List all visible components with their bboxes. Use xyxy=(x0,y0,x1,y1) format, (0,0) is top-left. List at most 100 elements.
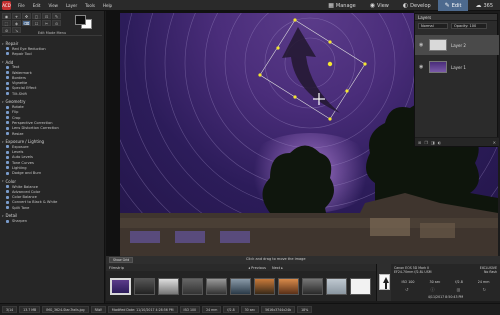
lens-model: EF24-70mm f/2.8L USM xyxy=(394,270,432,274)
film-thumbnail[interactable] xyxy=(350,277,371,295)
tool-icon xyxy=(6,76,9,80)
tool-label: Flip xyxy=(12,110,19,115)
film-thumbnail[interactable] xyxy=(182,277,203,295)
tool-label: Exposure xyxy=(12,144,29,149)
foreground-color[interactable] xyxy=(75,15,86,25)
show-grid-button[interactable]: Show Grid xyxy=(109,257,134,263)
tool-button[interactable]: ◉ xyxy=(2,13,11,19)
new-layer-icon[interactable]: ⊞ xyxy=(418,140,421,145)
tool-icon xyxy=(6,145,9,149)
capture-date: 4/11/2017 8:50:43 PM xyxy=(427,295,464,299)
opacity-field[interactable]: Opacity: 100 xyxy=(451,23,487,29)
visibility-eye-icon[interactable]: ◉ xyxy=(419,42,425,48)
film-thumbnail[interactable] xyxy=(254,277,275,295)
film-thumbnail[interactable] xyxy=(278,277,299,295)
layer-2[interactable]: ◉ Layer 2 xyxy=(415,35,499,55)
tool-button[interactable]: ⊙ xyxy=(52,20,61,26)
film-thumbnail[interactable] xyxy=(302,277,323,295)
edit-tool-item[interactable]: Sharpen xyxy=(2,218,102,223)
cloud-icon: ☁ xyxy=(475,2,482,9)
film-thumbnail[interactable] xyxy=(326,277,347,295)
mode-manage[interactable]: ▦ Manage xyxy=(321,0,363,11)
tool-button[interactable]: ✎ xyxy=(52,13,61,19)
info-icon[interactable]: ⓘ xyxy=(431,287,435,293)
file-name: IMG_3624-Star-Trails.jpg xyxy=(42,306,89,313)
visibility-eye-icon[interactable]: ◉ xyxy=(419,64,425,70)
tool-label: Levels xyxy=(12,150,24,155)
menu-file[interactable]: File xyxy=(14,3,29,8)
tool-icon xyxy=(6,71,9,75)
mode-manage-label: Manage xyxy=(335,2,356,9)
tool-button[interactable]: ✂ xyxy=(42,20,51,26)
mode-develop[interactable]: ◐ Develop xyxy=(396,0,438,11)
canvas-hint: Click and drag to move the image xyxy=(246,257,306,261)
edit-tool-item[interactable]: Tilt-Shift xyxy=(2,91,102,96)
tool-button[interactable]: ◻ xyxy=(32,13,41,19)
mode-view[interactable]: ◉ View xyxy=(363,0,396,11)
tool-button[interactable]: ⊡ xyxy=(42,13,51,19)
tool-label: Text xyxy=(12,65,20,70)
manage-icon: ▦ xyxy=(328,2,334,9)
tool-palette: ◉ ⌖ ✥ ◻ ⊡ ✎ ⬚ ◈ ⌫ ☐ ✂ ⊙ ⊘ ↘ xyxy=(2,13,67,33)
tool-label: Lens Distortion Correction xyxy=(12,126,59,131)
layer-name: Layer 1 xyxy=(451,64,466,70)
iso-value: ISO 100 xyxy=(401,280,415,284)
tool-button[interactable]: ⌖ xyxy=(12,13,21,19)
delete-icon[interactable]: ✕ xyxy=(493,140,496,145)
menu-help[interactable]: Help xyxy=(99,3,116,8)
filmstrip-current[interactable] xyxy=(376,264,391,301)
tool-icon xyxy=(6,116,9,120)
zoom-level[interactable]: 18% xyxy=(297,306,313,313)
color-swatch[interactable] xyxy=(75,15,101,29)
film-thumbnail[interactable] xyxy=(134,277,155,295)
edit-tool-item[interactable]: Repair Tool xyxy=(2,51,102,56)
film-thumbnail[interactable] xyxy=(110,277,131,295)
mask-icon[interactable]: ◨ xyxy=(431,140,435,145)
mode-edit[interactable]: ✎ Edit xyxy=(437,0,469,11)
rotate-left-icon[interactable]: ↺ xyxy=(405,287,408,293)
film-thumbnail[interactable] xyxy=(230,277,251,295)
filmstrip-label: Filmstrip xyxy=(109,265,124,270)
tool-button[interactable]: ◈ xyxy=(12,20,21,26)
tool-label: Red Eye Reduction xyxy=(12,46,46,51)
tool-label: Borders xyxy=(12,75,26,80)
chevron-down-icon: ▾ xyxy=(2,213,4,218)
develop-icon: ◐ xyxy=(402,2,409,9)
tool-button[interactable]: ⬚ xyxy=(2,20,11,26)
next-button[interactable]: Next ▸ xyxy=(272,266,283,270)
edit-tool-item[interactable]: Resize xyxy=(2,131,102,136)
modified-date: Modified Date: 11/10/2017 4:28:56 PM xyxy=(107,306,178,313)
mode-develop-label: Develop xyxy=(410,2,431,9)
tool-button[interactable]: ✥ xyxy=(22,13,31,19)
layers-panel: Layers Normal Opacity: 100 ◉ Layer 2 ◉ L… xyxy=(414,13,499,147)
histogram-icon[interactable]: ▥ xyxy=(457,287,461,293)
edit-tool-item[interactable]: Split Tone xyxy=(2,205,102,210)
mode-365[interactable]: ☁ 365 xyxy=(468,0,500,11)
film-thumbnail[interactable] xyxy=(158,277,179,295)
menu-layer[interactable]: Layer xyxy=(62,3,81,8)
tool-button[interactable]: ☐ xyxy=(32,20,41,26)
layer-1[interactable]: ◉ Layer 1 xyxy=(415,57,499,77)
app-logo-icon: ACD xyxy=(2,0,11,10)
edit-tool-item[interactable]: Dodge and Burn xyxy=(2,171,102,176)
previous-button[interactable]: ◂ Previous xyxy=(248,266,266,270)
adjust-icon[interactable]: ◐ xyxy=(438,140,442,145)
menu-edit[interactable]: Edit xyxy=(29,3,45,8)
tool-icon xyxy=(6,171,9,175)
selection-transform-box[interactable] xyxy=(258,18,367,121)
film-thumbnail[interactable] xyxy=(206,277,227,295)
tool-label: Advanced Color xyxy=(12,189,41,194)
blend-mode-select[interactable]: Normal xyxy=(418,23,448,29)
shutter-value: 30 sec xyxy=(429,280,441,284)
group-icon[interactable]: ❐ xyxy=(424,140,428,145)
rotate-right-icon[interactable]: ↻ xyxy=(483,287,486,293)
menu-tools[interactable]: Tools xyxy=(81,3,99,8)
flash-status: No flash xyxy=(484,270,497,274)
tool-button[interactable]: ⌫ xyxy=(22,20,31,26)
menu-view[interactable]: View xyxy=(44,3,62,8)
mode-view-label: View xyxy=(377,2,389,9)
tool-label: Resize xyxy=(12,131,24,136)
file-mode: RAW xyxy=(90,306,106,313)
tool-label: Crop xyxy=(12,115,21,120)
tool-icon xyxy=(6,155,9,159)
